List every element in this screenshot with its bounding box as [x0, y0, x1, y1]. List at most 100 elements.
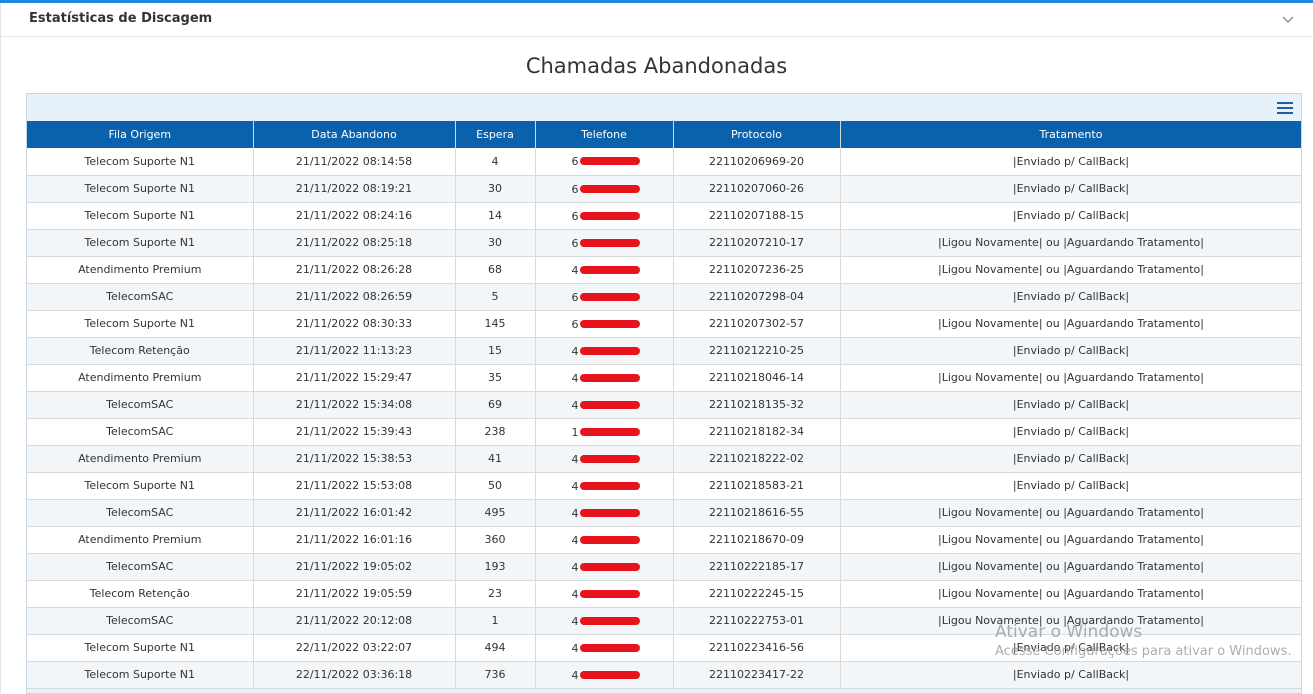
- cell-tratamento: |Enviado p/ CallBack|: [840, 283, 1301, 311]
- cell-fila: TelecomSAC: [27, 418, 254, 446]
- cell-data: 21/11/2022 08:25:18: [253, 229, 456, 257]
- table-row[interactable]: Telecom Suporte N1 21/11/2022 15:53:08 50 4…: [27, 472, 1301, 500]
- cell-protocolo: 22110207188-15: [673, 202, 841, 230]
- report-title: Chamadas Abandonadas: [525, 54, 788, 78]
- grid-toolbar: [27, 94, 1301, 121]
- cell-espera: 736: [455, 661, 536, 689]
- phone-prefix: 6: [571, 182, 579, 196]
- cell-tratamento: |Ligou Novamente| ou |Aguardando Tratame…: [840, 580, 1301, 608]
- cell-espera: 14: [455, 202, 536, 230]
- cell-fila: TelecomSAC: [27, 391, 254, 419]
- phone-prefix: 4: [571, 587, 579, 601]
- cell-fila: Telecom Suporte N1: [27, 634, 254, 662]
- chevron-down-icon[interactable]: [1281, 13, 1295, 27]
- cell-fila: Telecom Retenção: [27, 580, 254, 608]
- cell-telefone: 4: [535, 391, 674, 419]
- phone-prefix: 6: [571, 155, 579, 168]
- table-row[interactable]: TelecomSAC 21/11/2022 16:01:42 495 4 2211021…: [27, 499, 1301, 527]
- column-header-espera[interactable]: Espera: [455, 121, 536, 148]
- column-header-protocolo[interactable]: Protocolo: [673, 121, 841, 148]
- cell-espera: 1: [455, 607, 536, 635]
- table-row[interactable]: Telecom Suporte N1 21/11/2022 08:25:18 30 6…: [27, 229, 1301, 257]
- table-row[interactable]: TelecomSAC 21/11/2022 08:26:59 5 6 221102072…: [27, 283, 1301, 311]
- cell-fila: Telecom Suporte N1: [27, 202, 254, 230]
- cell-data: 21/11/2022 11:13:23: [253, 337, 456, 365]
- phone-prefix: 4: [571, 668, 579, 682]
- table-row[interactable]: Atendimento Premium 21/11/2022 08:26:28 68…: [27, 256, 1301, 284]
- cell-protocolo: 22110223417-22: [673, 661, 841, 689]
- abandoned-calls-grid: Fila Origem Data Abandono Espera Telefon…: [26, 93, 1302, 694]
- cell-espera: 30: [455, 175, 536, 203]
- cell-data: 21/11/2022 20:12:08: [253, 607, 456, 635]
- cell-protocolo: 22110207236-25: [673, 256, 841, 284]
- cell-protocolo: 22110207298-04: [673, 283, 841, 311]
- cell-data: 21/11/2022 08:26:28: [253, 256, 456, 284]
- cell-protocolo: 22110206969-20: [673, 148, 841, 176]
- table-row[interactable]: Telecom Retenção 21/11/2022 11:13:23 15 4 22…: [27, 337, 1301, 365]
- table-header-row: Fila Origem Data Abandono Espera Telefon…: [27, 121, 1301, 148]
- table-row[interactable]: Telecom Suporte N1 21/11/2022 08:14:58 4 6 2…: [27, 148, 1301, 176]
- hamburger-menu-icon[interactable]: [1277, 102, 1293, 116]
- cell-data: 21/11/2022 15:53:08: [253, 472, 456, 500]
- cell-fila: Telecom Suporte N1: [27, 175, 254, 203]
- column-header-fila-origem[interactable]: Fila Origem: [27, 121, 254, 148]
- cell-fila: Atendimento Premium: [27, 445, 254, 473]
- cell-fila: Telecom Retenção: [27, 337, 254, 365]
- cell-fila: Telecom Suporte N1: [27, 472, 254, 500]
- watermark-subtitle: Acesse Configurações para ativar o Windo…: [995, 644, 1292, 659]
- table-row[interactable]: Telecom Suporte N1 21/11/2022 08:19:21 30 6…: [27, 175, 1301, 203]
- phone-redaction-mark: [579, 292, 640, 301]
- cell-espera: 238: [455, 418, 536, 446]
- cell-tratamento: |Enviado p/ CallBack|: [840, 472, 1301, 500]
- table-row[interactable]: TelecomSAC 21/11/2022 15:39:43 238 1 2211021…: [27, 418, 1301, 446]
- cell-espera: 4: [455, 148, 536, 176]
- table-row[interactable]: Telecom Retenção 21/11/2022 19:05:59 23 4 22…: [27, 580, 1301, 608]
- phone-prefix: 4: [571, 479, 579, 493]
- table-row[interactable]: Telecom Suporte N1 21/11/2022 08:30:33 145…: [27, 310, 1301, 338]
- cell-fila: Telecom Suporte N1: [27, 310, 254, 338]
- cell-telefone: 1: [535, 418, 674, 446]
- phone-prefix: 6: [571, 290, 579, 304]
- phone-prefix: 4: [571, 398, 579, 412]
- cell-telefone: 6: [535, 202, 674, 230]
- abandoned-calls-table: Fila Origem Data Abandono Espera Telefon…: [27, 121, 1301, 689]
- table-row[interactable]: Telecom Suporte N1 21/11/2022 08:24:16 14 6…: [27, 202, 1301, 230]
- table-row[interactable]: Atendimento Premium 21/11/2022 15:38:53 41…: [27, 445, 1301, 473]
- cell-telefone: 4: [535, 607, 674, 635]
- cell-protocolo: 22110218670-09: [673, 526, 841, 554]
- cell-tratamento: |Enviado p/ CallBack|: [840, 661, 1301, 689]
- cell-espera: 360: [455, 526, 536, 554]
- cell-fila: Telecom Suporte N1: [27, 661, 254, 689]
- panel-left-border: [0, 37, 1, 694]
- column-header-tratamento[interactable]: Tratamento: [840, 121, 1301, 148]
- phone-redaction-mark: [579, 535, 640, 544]
- table-row[interactable]: Atendimento Premium 21/11/2022 16:01:16 36…: [27, 526, 1301, 554]
- cell-espera: 30: [455, 229, 536, 257]
- cell-telefone: 4: [535, 526, 674, 554]
- cell-espera: 494: [455, 634, 536, 662]
- table-row[interactable]: TelecomSAC 21/11/2022 19:05:02 193 4 2211022…: [27, 553, 1301, 581]
- phone-redaction-mark: [579, 157, 640, 165]
- panel-header[interactable]: Estatísticas de Discagem: [0, 3, 1313, 37]
- cell-tratamento: |Ligou Novamente| ou |Aguardando Tratame…: [840, 229, 1301, 257]
- phone-redaction-mark: [579, 373, 640, 382]
- cell-telefone: 6: [535, 175, 674, 203]
- cell-telefone: 6: [535, 310, 674, 338]
- cell-data: 21/11/2022 08:26:59: [253, 283, 456, 311]
- table-row[interactable]: Telecom Suporte N1 22/11/2022 03:36:18 736…: [27, 661, 1301, 689]
- cell-espera: 41: [455, 445, 536, 473]
- cell-tratamento: |Enviado p/ CallBack|: [840, 418, 1301, 446]
- cell-tratamento: |Enviado p/ CallBack|: [840, 445, 1301, 473]
- cell-fila: TelecomSAC: [27, 499, 254, 527]
- phone-prefix: 4: [571, 641, 579, 655]
- table-body: Telecom Suporte N1 21/11/2022 08:14:58 4 6 2…: [27, 148, 1301, 689]
- cell-telefone: 4: [535, 499, 674, 527]
- phone-redaction-mark: [579, 319, 640, 328]
- column-header-telefone[interactable]: Telefone: [535, 121, 674, 148]
- cell-fila: TelecomSAC: [27, 283, 254, 311]
- cell-fila: Atendimento Premium: [27, 526, 254, 554]
- table-row[interactable]: Atendimento Premium 21/11/2022 15:29:47 35…: [27, 364, 1301, 392]
- column-header-data-abandono[interactable]: Data Abandono: [253, 121, 456, 148]
- table-row[interactable]: TelecomSAC 21/11/2022 15:34:08 69 4 22110218…: [27, 391, 1301, 419]
- phone-prefix: 6: [571, 317, 579, 331]
